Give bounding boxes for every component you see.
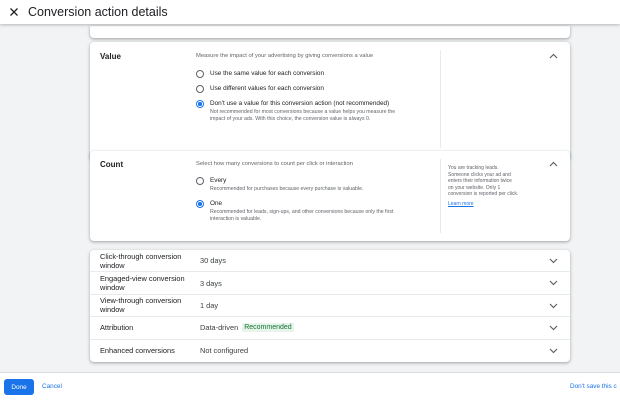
collapse-count-button[interactable] [548,159,558,169]
divider [440,159,441,233]
value-section-description: Measure the impact of your advertising b… [196,53,374,59]
expand-button[interactable] [548,301,558,311]
side-note-text: conversion is reported per click. [448,191,519,198]
count-option-every[interactable]: Every Recommended for purchases because … [196,177,363,193]
option-help-text: Not recommended for most conversions bec… [210,109,396,115]
value-option-none[interactable]: Don't use a value for this conversion ac… [196,100,395,123]
divider [440,50,441,148]
dialog-footer: Done Cancel Don't save this c [0,372,620,401]
previous-section-card [90,26,570,38]
option-label: One [210,200,223,207]
chevron-down-icon [549,348,557,353]
chevron-down-icon [549,325,557,331]
option-label: Don't use a value for this conversion ac… [210,100,390,107]
radio-button[interactable] [196,85,204,93]
settings-list: Click-through conversion window 30 days … [90,250,570,362]
page-title: Conversion action details [28,5,168,19]
setting-label: Attribution [100,323,134,333]
setting-label: View-through conversion window [100,296,182,315]
expand-button[interactable] [548,278,558,288]
radio-button-selected[interactable] [196,200,204,208]
learn-more-link[interactable]: Learn more [448,201,536,208]
side-note-text: enters their information twice [448,178,512,185]
count-section-title: Count [100,160,124,169]
side-note-text: on your website. Only 1 [448,184,501,191]
value-section-title: Value [100,52,121,61]
done-button[interactable]: Done [4,379,34,395]
chevron-down-icon [549,280,557,286]
close-button[interactable] [2,0,26,24]
expand-button[interactable] [548,256,558,266]
radio-button-selected[interactable] [196,100,204,108]
setting-row-view-through-window[interactable]: View-through conversion window 1 day [90,295,570,318]
dialog-header: Conversion action details [0,0,620,24]
setting-value: 3 days [200,278,222,288]
chevron-down-icon [549,258,557,264]
option-help-text: Recommended for purchases because every … [210,186,364,192]
value-option-same[interactable]: Use the same value for each conversion [196,70,324,78]
count-option-one[interactable]: One Recommended for leads, sign-ups, and… [196,200,393,223]
cancel-button[interactable]: Cancel [42,379,62,395]
expand-button[interactable] [548,323,558,333]
chevron-up-icon [549,161,557,167]
count-section-description: Select how many conversions to count per… [196,161,353,167]
option-label: Use different values for each conversion [210,85,324,92]
setting-row-engaged-view-window[interactable]: Engaged-view conversion window 3 days [90,272,570,295]
collapse-value-button[interactable] [548,51,558,61]
side-note-text: Someone clicks your ad and [448,171,511,178]
chevron-down-icon [549,303,557,309]
setting-row-enhanced-conversions[interactable]: Enhanced conversions Not configured [90,340,570,362]
expand-button[interactable] [548,346,558,356]
option-label: Use the same value for each conversion [210,70,325,77]
option-label: Every [210,177,227,184]
count-side-note: You are tracking leads. Someone clicks y… [448,165,536,208]
setting-label: Enhanced conversions [100,346,175,356]
close-icon [10,8,18,16]
side-note-text: You are tracking leads. [448,165,499,171]
value-option-different[interactable]: Use different values for each conversion [196,85,324,93]
dialog-content: Value Measure the impact of your adverti… [0,24,620,372]
setting-value: 30 days [200,256,226,266]
option-help-text: interaction is valuable. [210,216,262,222]
radio-button[interactable] [196,70,204,78]
setting-value: 1 day [200,300,219,310]
value-section: Value Measure the impact of your adverti… [90,42,570,160]
setting-value: Data-driven Recommended [200,323,294,333]
recommended-badge: Recommended [242,323,294,333]
setting-label: Engaged-view conversion window [100,274,185,293]
chevron-up-icon [549,53,557,59]
option-help-text: Recommended for leads, sign-ups, and oth… [210,209,394,215]
radio-button[interactable] [196,177,204,185]
setting-row-click-through-window[interactable]: Click-through conversion window 30 days [90,250,570,273]
option-help-text: impact of your ads. With this choice, th… [210,116,371,122]
dont-save-button[interactable]: Don't save this c [570,379,617,395]
count-section: Count Select how many conversions to cou… [90,151,570,241]
setting-label: Click-through conversion window [100,251,182,270]
setting-value: Not configured [200,346,249,356]
setting-row-attribution[interactable]: Attribution Data-driven Recommended [90,317,570,340]
